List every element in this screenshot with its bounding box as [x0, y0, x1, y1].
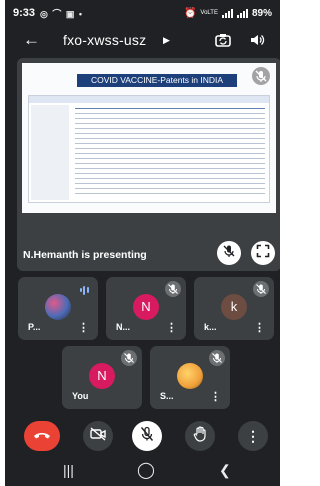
avatar: N [133, 294, 159, 320]
mic-off-icon [252, 67, 270, 85]
mic-off-icon [253, 281, 269, 297]
slide-title: COVID VACCINE-Patents in INDIA [77, 74, 237, 87]
camera-off-icon [90, 426, 106, 446]
more-options-icon[interactable]: ⋮ [210, 390, 221, 403]
home-icon[interactable]: ◯ [137, 460, 155, 480]
signal-icon [221, 8, 233, 18]
raise-hand-icon [193, 425, 207, 447]
meet-screen: 9:33 ◎ ⌒ ▣ • ⏰ VoLTE 89% ← fxo-xwss-usz … [5, 0, 280, 486]
participant-tile[interactable]: k k... ⋮ [194, 277, 274, 340]
more-options-icon: ⋮ [246, 427, 260, 444]
avatar: k [221, 294, 247, 320]
more-options-button[interactable]: ⋮ [238, 421, 268, 451]
end-call-icon [33, 427, 51, 445]
fullscreen-icon [256, 244, 270, 263]
meeting-code[interactable]: fxo-xwss-usz [63, 28, 146, 52]
battery-level: 89% [251, 7, 272, 19]
mic-off-icon [209, 350, 225, 366]
avatar: N [89, 363, 115, 389]
participant-tile[interactable]: S... ⋮ [150, 346, 230, 409]
participant-name: k... [204, 322, 217, 332]
meeting-top-bar: ← fxo-xwss-usz ▶ [5, 28, 280, 52]
patent-table-screenshot [28, 95, 270, 203]
more-options-icon[interactable]: ⋮ [166, 321, 177, 334]
more-options-icon[interactable]: ⋮ [78, 321, 89, 334]
avatar [45, 294, 71, 320]
status-right: ⏰ VoLTE 89% [184, 8, 272, 19]
participant-name: N... [116, 322, 131, 332]
mic-off-icon [121, 350, 137, 366]
presentation-tile[interactable]: COVID VACCINE-Patents in INDIA N.Hemanth… [17, 58, 280, 271]
status-bar: 9:33 ◎ ⌒ ▣ • ⏰ VoLTE 89% [5, 0, 280, 26]
mic-toggle-button[interactable] [132, 421, 162, 451]
back-nav-icon[interactable]: ❮ [219, 462, 231, 479]
network-label: VoLTE [200, 10, 218, 16]
camera-toggle-button[interactable] [83, 421, 113, 451]
mute-presentation-button[interactable] [217, 241, 241, 265]
status-time: 9:33 [13, 7, 36, 19]
participant-tile[interactable]: P... ⋮ [18, 277, 98, 340]
presenter-label: N.Hemanth is presenting [23, 249, 147, 261]
raise-hand-button[interactable] [185, 421, 215, 451]
mic-off-icon [222, 244, 236, 263]
call-controls: ⋮ [5, 419, 280, 455]
arrow-back-icon[interactable]: ← [23, 28, 40, 52]
chevron-right-icon[interactable]: ▶ [163, 28, 170, 52]
participant-tile[interactable]: N N... ⋮ [106, 277, 186, 340]
speaker-icon[interactable] [249, 32, 265, 53]
mic-off-icon [140, 426, 154, 447]
participant-name: You [72, 391, 89, 401]
more-options-icon[interactable]: ⋮ [254, 321, 265, 334]
participant-tile-self[interactable]: N You [62, 346, 142, 409]
alarm-icon: ⏰ [183, 7, 197, 19]
signal-icon-2 [236, 8, 248, 18]
shared-slide: COVID VACCINE-Patents in INDIA [22, 63, 276, 213]
participant-name: P... [28, 322, 41, 332]
notification-icons: ◎ ⌒ ▣ • [40, 8, 84, 19]
speaking-icon [78, 284, 90, 296]
end-call-button[interactable] [24, 421, 60, 451]
camera-switch-icon[interactable] [215, 32, 231, 53]
system-nav-bar: ||| ◯ ❮ [5, 458, 280, 482]
avatar [177, 363, 203, 389]
recents-icon[interactable]: ||| [63, 462, 74, 478]
participant-name: S... [160, 391, 174, 401]
fullscreen-button[interactable] [251, 241, 275, 265]
mic-off-icon [165, 281, 181, 297]
